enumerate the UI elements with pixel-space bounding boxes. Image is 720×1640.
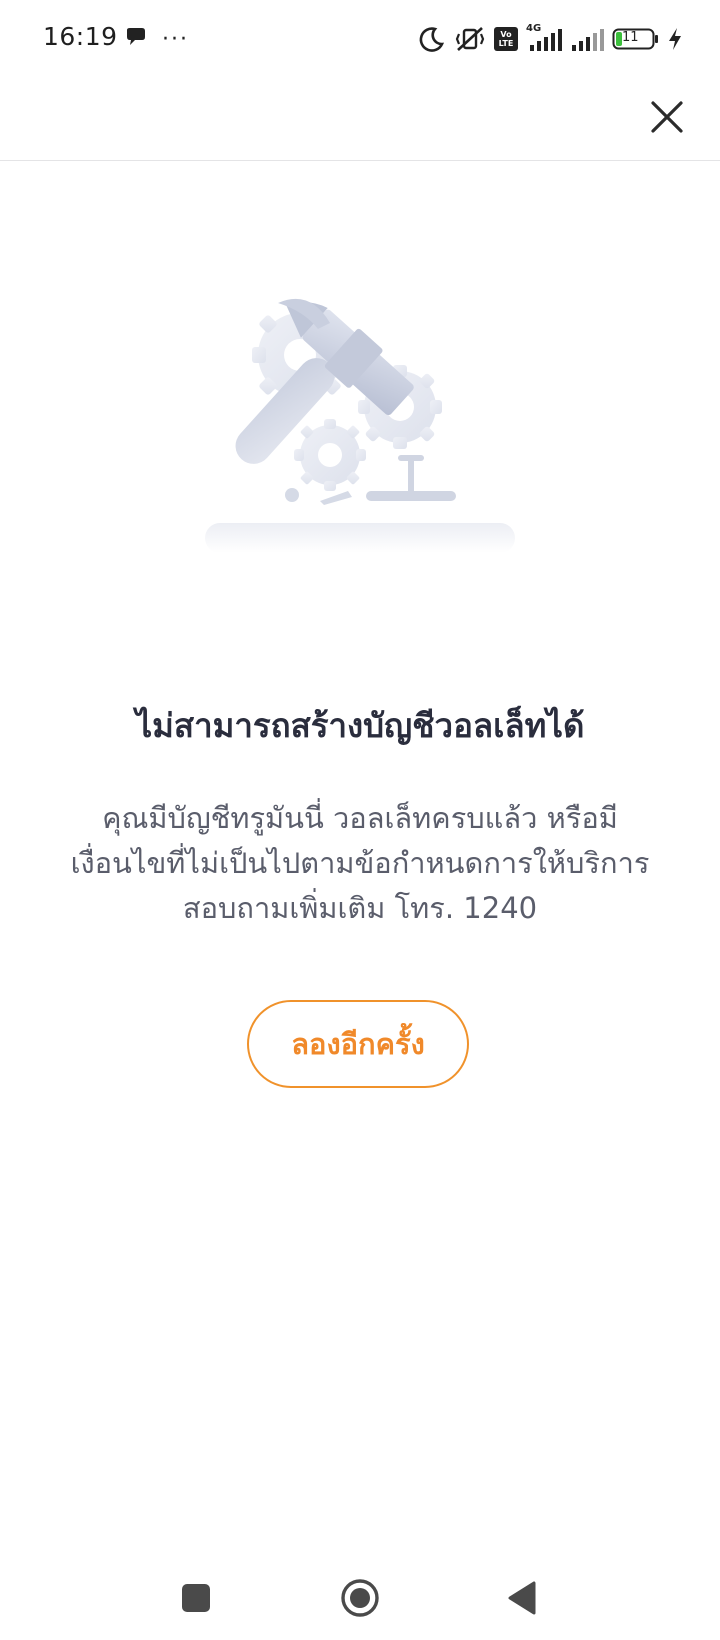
home-icon	[340, 1578, 380, 1622]
retry-button-label: ลองอีกครั้ง	[291, 1027, 425, 1061]
recent-apps-icon	[181, 1583, 211, 1617]
back-icon	[506, 1580, 538, 1620]
error-message: คุณมีบัญชีทรูมันนี่ วอลเล็ทครบแล้ว หรือม…	[50, 796, 670, 931]
signal-4g-icon: 4G	[526, 23, 562, 53]
chat-bubble-icon	[124, 25, 148, 53]
battery-icon: 11	[612, 26, 660, 52]
charging-bolt-icon	[668, 27, 682, 51]
close-button[interactable]	[642, 94, 692, 144]
error-message-line: คุณมีบัญชีทรูมันนี่ วอลเล็ทครบแล้ว หรือม…	[102, 801, 618, 835]
error-message-line: เงื่อนไขที่ไม่เป็นไปตามข้อกำหนดการให้บริ…	[70, 846, 650, 880]
moon-icon	[418, 25, 446, 53]
status-left-icons: ···	[124, 24, 189, 54]
status-bar: 16:19 ··· Vo LTE 4G 11	[0, 0, 720, 78]
back-button[interactable]	[496, 1574, 548, 1626]
signal-icon	[570, 25, 604, 53]
maintenance-tools-illustration	[200, 295, 520, 555]
volte-icon: Vo LTE	[494, 27, 518, 51]
header-bar	[0, 78, 720, 161]
more-notifications-indicator: ···	[162, 26, 189, 52]
status-time: 16:19	[43, 22, 118, 51]
retry-button[interactable]: ลองอีกครั้ง	[247, 1000, 469, 1088]
close-icon	[650, 100, 684, 138]
home-button[interactable]	[334, 1574, 386, 1626]
vibrate-off-icon	[454, 25, 486, 53]
error-title: ไม่สามารถสร้างบัญชีวอลเล็ทได้	[135, 706, 585, 745]
error-message-line: สอบถามเพิ่มเติม โทร. 1240	[182, 891, 538, 925]
status-right-icons: Vo LTE 4G 11	[418, 22, 682, 56]
recent-apps-button[interactable]	[170, 1574, 222, 1626]
navigation-bar	[0, 1560, 720, 1640]
